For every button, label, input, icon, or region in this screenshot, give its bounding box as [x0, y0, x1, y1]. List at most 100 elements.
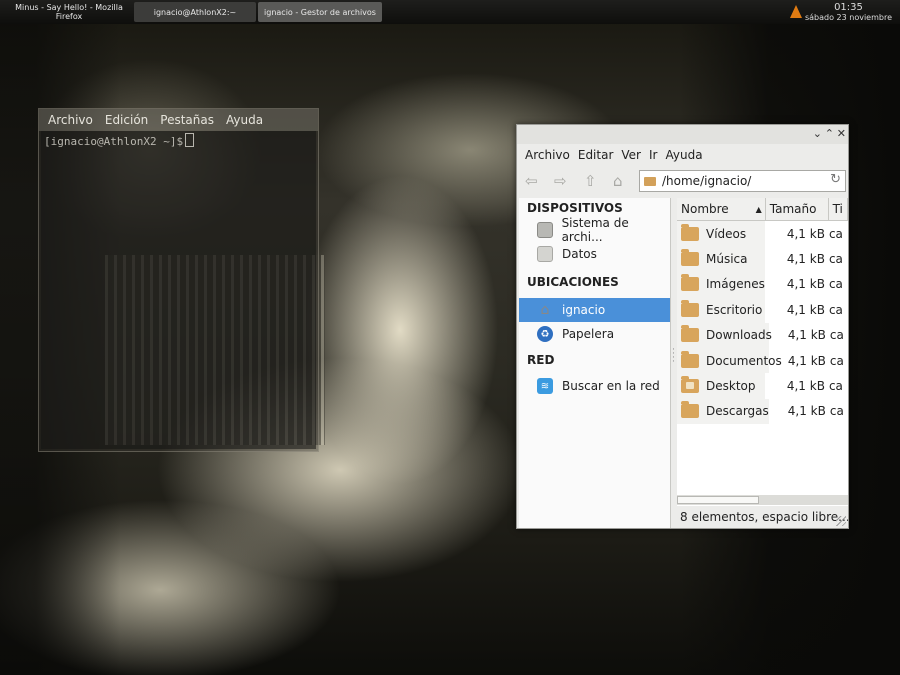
sidebar-item-label: Papelera — [562, 327, 615, 341]
file-type: ca — [829, 404, 844, 419]
sidebar-item-label: Buscar en la red — [562, 379, 660, 393]
reload-icon[interactable]: ↻ — [830, 172, 841, 187]
clock-time: 01:35 — [834, 2, 863, 13]
horizontal-scrollbar[interactable] — [677, 495, 848, 505]
column-name-label: Nombre — [681, 202, 729, 216]
terminal-menu-archivo[interactable]: Archivo — [42, 113, 99, 127]
sidebar-section-devices: DISPOSITIVOS — [527, 201, 623, 215]
scrollbar-thumb[interactable] — [677, 496, 759, 504]
file-size: 4,1 kB — [786, 252, 825, 267]
sidebar-item-ignacio[interactable]: ⌂ ignacio — [519, 298, 670, 322]
clock[interactable]: 01:35 sábado 23 noviembre — [805, 2, 892, 22]
taskbar-item-file-manager[interactable]: ignacio - Gestor de archivos — [258, 2, 382, 22]
file-manager-toolbar: ⇦ ⇨ ⇧ ⌂ /home/ignacio/ ↻ — [517, 166, 848, 196]
menu-ver[interactable]: Ver — [617, 148, 645, 162]
file-list-header: Nombre ▲ Tamaño Ti — [677, 198, 848, 221]
file-manager-titlebar[interactable]: ⌄ ⌃ ✕ — [517, 125, 848, 144]
file-size: 4,1 kB — [786, 226, 825, 241]
file-type: ca — [828, 252, 843, 267]
file-row[interactable]: Documentos 4,1 kB ca — [677, 347, 848, 374]
forward-arrow-icon[interactable]: ⇨ — [554, 172, 567, 190]
file-name: Vídeos — [706, 226, 747, 241]
file-manager-content: DISPOSITIVOS Sistema de archi... Datos U… — [519, 198, 848, 528]
column-header-type[interactable]: Ti — [829, 198, 848, 220]
file-name: Imágenes — [706, 277, 765, 292]
file-size: 4,1 kB — [786, 302, 825, 317]
file-row[interactable]: Música 4,1 kB ca — [677, 246, 848, 272]
location-bar[interactable]: /home/ignacio/ ↻ — [639, 170, 846, 192]
file-manager-menubar: Archivo Editar Ver Ir Ayuda — [517, 144, 848, 166]
folder-icon — [681, 350, 699, 368]
folder-icon — [644, 176, 656, 186]
menu-ayuda[interactable]: Ayuda — [661, 148, 706, 162]
menu-editar[interactable]: Editar — [574, 148, 618, 162]
column-header-name[interactable]: Nombre ▲ — [677, 198, 766, 220]
file-size: 4,1 kB — [787, 353, 826, 368]
folder-icon — [681, 401, 699, 419]
folder-icon — [681, 223, 699, 241]
drive-icon — [537, 222, 553, 238]
vlc-icon[interactable] — [790, 5, 802, 18]
terminal-menu-edicion[interactable]: Edición — [99, 113, 154, 127]
terminal-menubar: Archivo Edición Pestañas Ayuda — [39, 109, 318, 131]
sidebar-item-sistema[interactable]: Sistema de archi... — [519, 216, 670, 244]
location-path: /home/ignacio/ — [662, 174, 752, 188]
file-size: 4,1 kB — [787, 404, 826, 419]
taskbar-item-firefox[interactable]: Minus - Say Hello! - Mozilla Firefox — [8, 2, 130, 22]
column-header-size[interactable]: Tamaño — [766, 198, 829, 220]
folder-icon — [681, 274, 699, 292]
file-row[interactable]: Vídeos 4,1 kB ca — [677, 221, 848, 247]
pane-splitter-handle[interactable]: · · · · — [672, 346, 675, 367]
file-row[interactable]: Descargas 4,1 kB ca — [677, 398, 848, 425]
file-size: 4,1 kB — [786, 277, 825, 292]
network-icon: ≋ — [537, 378, 553, 394]
chevron-down-icon[interactable]: ⌄ — [813, 127, 822, 140]
sidebar-section-places: UBICACIONES — [527, 275, 619, 289]
terminal-prompt: [ignacio@AthlonX2 ~]$ — [44, 135, 184, 148]
file-size: 4,1 kB — [787, 328, 826, 343]
file-type: ca — [828, 277, 843, 292]
clock-date: sábado 23 noviembre — [804, 13, 892, 22]
file-row[interactable]: Desktop 4,1 kB ca — [677, 373, 848, 399]
sidebar-item-label: Datos — [562, 247, 597, 261]
top-panel: Minus - Say Hello! - Mozilla Firefox ign… — [0, 0, 900, 24]
close-icon[interactable]: ✕ — [837, 127, 846, 140]
sort-up-icon: ▲ — [755, 204, 762, 214]
status-bar: 8 elementos, espacio libre... — [677, 506, 848, 528]
file-name: Descargas — [706, 404, 769, 419]
home-icon: ⌂ — [540, 302, 550, 318]
file-type: ca — [829, 328, 844, 343]
file-size: 4,1 kB — [786, 379, 825, 394]
file-name: Música — [706, 252, 748, 267]
file-row[interactable]: Imágenes 4,1 kB ca — [677, 271, 848, 298]
sidebar-item-label: Sistema de archi... — [561, 216, 629, 244]
trash-icon: ♻ — [537, 326, 553, 342]
sidebar-item-datos[interactable]: Datos — [519, 242, 670, 266]
taskbar-item-terminal[interactable]: ignacio@AthlonX2:~ — [134, 2, 256, 22]
sidebar-item-papelera[interactable]: ♻ Papelera — [519, 322, 670, 346]
terminal-body[interactable]: [ignacio@AthlonX2 ~]$ — [41, 131, 316, 449]
chevron-up-icon[interactable]: ⌃ — [825, 127, 834, 140]
file-type: ca — [828, 379, 843, 394]
menu-archivo[interactable]: Archivo — [521, 148, 574, 162]
resize-grip[interactable] — [836, 516, 846, 526]
terminal-menu-ayuda[interactable]: Ayuda — [220, 113, 269, 127]
file-type: ca — [828, 302, 843, 317]
file-row[interactable]: Escritorio 4,1 kB ca — [677, 297, 848, 323]
up-arrow-icon[interactable]: ⇧ — [584, 172, 597, 190]
file-name: Downloads — [706, 328, 772, 343]
terminal-menu-pestanas[interactable]: Pestañas — [154, 113, 220, 127]
file-type: ca — [829, 353, 844, 368]
menu-ir[interactable]: Ir — [645, 148, 661, 162]
home-icon[interactable]: ⌂ — [613, 172, 623, 190]
sidebar-item-network[interactable]: ≋ Buscar en la red — [519, 374, 670, 398]
file-list-view: Nombre ▲ Tamaño Ti Vídeos 4,1 kB ca Músi… — [677, 198, 848, 528]
file-row[interactable]: Downloads 4,1 kB ca — [677, 322, 848, 348]
file-type: ca — [828, 226, 843, 241]
back-arrow-icon[interactable]: ⇦ — [525, 172, 538, 190]
folder-icon — [681, 249, 699, 267]
folder-icon — [681, 325, 699, 343]
places-sidebar: DISPOSITIVOS Sistema de archi... Datos U… — [519, 198, 671, 528]
sidebar-section-network: RED — [527, 353, 555, 367]
sidebar-item-label: ignacio — [562, 303, 606, 317]
